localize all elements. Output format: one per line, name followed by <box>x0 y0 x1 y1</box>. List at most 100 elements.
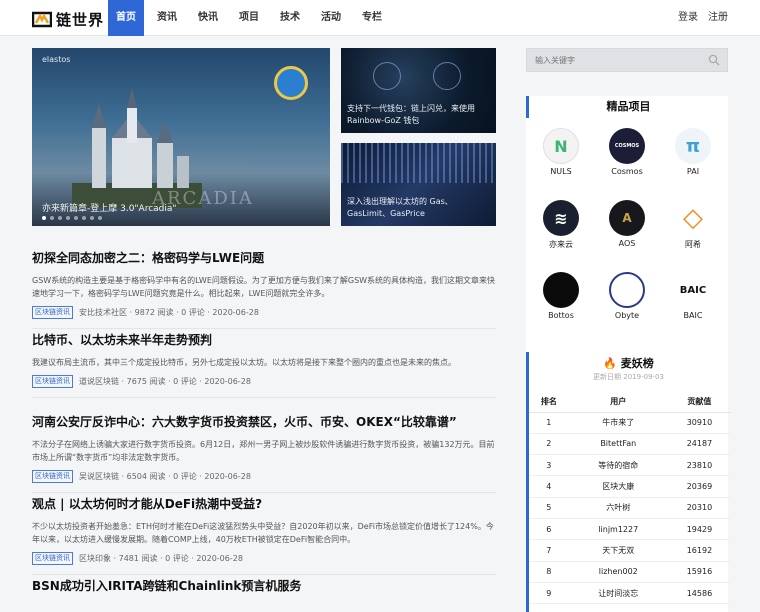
carousel-dot[interactable] <box>42 216 46 220</box>
article-title[interactable]: 初探全同态加密之二：格密码学与LWE问题 <box>32 250 496 266</box>
project-name: AOS <box>618 239 636 248</box>
carousel-dot[interactable] <box>58 216 62 220</box>
category-tag[interactable]: 区块链资讯 <box>32 306 73 319</box>
carousel-dots <box>42 216 102 220</box>
nuls-icon: N <box>543 128 579 164</box>
project-bottos[interactable]: Bottos <box>536 272 586 320</box>
nav-events[interactable]: 活动 <box>313 0 349 36</box>
table-row[interactable]: 7 天下无双 16192 <box>529 539 731 562</box>
featured-thumb[interactable]: 深入浅出理解以太坊的 Gas、GasLimit、GasPrice <box>341 143 496 226</box>
article-item[interactable]: 初探全同态加密之二：格密码学与LWE问题 GSW系统的构造主要是基于格密码学中有… <box>32 250 496 329</box>
table-row[interactable]: 5 六叶树 20310 <box>529 497 731 519</box>
nav-columns[interactable]: 专栏 <box>354 0 390 36</box>
panel-title: 精品项目 <box>526 96 728 118</box>
table-row[interactable]: 9 让时间淡忘 14586 <box>529 582 731 605</box>
article-summary: 不少以太坊投资者开始羞急：ETH何时才能在DeFi这波猛烈势头中受益？自2020… <box>32 522 494 544</box>
article-summary: 不法分子在网络上诱骗大家进行数字货币投资。6月12日，郑州一男子网上被炒股软件诱… <box>32 440 495 462</box>
article-meta: 区块链资讯 道说区块链 · 7675 阅读 · 0 评论 · 2020-06-2… <box>32 375 496 388</box>
category-tag[interactable]: 区块链资讯 <box>32 375 73 388</box>
featured-thumb[interactable]: 支持下一代钱包：链上闪兑，来使用 Rainbow-GoZ 钱包 <box>341 48 496 133</box>
carousel-dot[interactable] <box>66 216 70 220</box>
project-nuls[interactable]: N NULS <box>536 128 586 176</box>
table-row[interactable]: 6 linjm1227 19429 <box>529 518 731 541</box>
project-baic[interactable]: BAIC BAIC <box>668 272 718 320</box>
article-meta: 区块链资讯 吴说区块链 · 6504 阅读 · 0 评论 · 2020-06-2… <box>32 470 496 483</box>
user-cell[interactable]: 牛市来了 <box>568 412 668 434</box>
brand-label: elastos <box>42 55 71 64</box>
table-row[interactable]: 4 区块大康 20369 <box>529 475 731 498</box>
project-cosmos[interactable]: COSMOS Cosmos <box>602 128 652 176</box>
article-title[interactable]: BSN成功引入IRITA跨链和Chainlink预言机服务 <box>32 578 496 594</box>
project-asch[interactable]: ◇ 阿希 <box>668 200 718 250</box>
search-input[interactable] <box>527 49 707 71</box>
nav-projects[interactable]: 项目 <box>231 0 267 36</box>
user-cell[interactable]: 区块大康 <box>568 475 668 498</box>
score-cell: 20369 <box>667 475 731 498</box>
user-cell[interactable]: BitettFan <box>568 433 668 456</box>
thumb-caption: 深入浅出理解以太坊的 Gas、GasLimit、GasPrice <box>347 197 453 218</box>
register-link[interactable]: 注册 <box>708 0 728 36</box>
login-link[interactable]: 登录 <box>678 0 698 36</box>
category-tag[interactable]: 区块链资讯 <box>32 470 73 483</box>
score-cell: 24187 <box>667 433 731 456</box>
search-icon[interactable] <box>708 54 720 66</box>
table-row[interactable]: 1 牛市来了 30910 <box>529 412 731 434</box>
logo-icon <box>32 11 52 28</box>
rank-cell: 9 <box>529 582 569 605</box>
score-cell: 19429 <box>667 518 731 541</box>
thumb-caption: 支持下一代钱包：链上闪兑，来使用 Rainbow-GoZ 钱包 <box>347 104 475 125</box>
site-logo[interactable]: 链世界 <box>32 9 104 30</box>
article-item[interactable]: 观点 | 以太坊何时才能从DeFi热潮中受益? 不少以太坊投资者开始羞急：ETH… <box>32 496 496 575</box>
user-cell[interactable]: lizhen002 <box>568 561 668 583</box>
article-item[interactable]: 河南公安厅反诈中心：六大数字货币投资禁区，火币、币安、OKEX“比较靠谱” 不法… <box>32 414 496 493</box>
rank-cell: 2 <box>529 433 569 456</box>
asch-icon: ◇ <box>675 200 711 236</box>
project-name: Bottos <box>548 311 574 320</box>
search-box <box>526 48 728 72</box>
category-tag[interactable]: 区块链资讯 <box>32 552 73 565</box>
project-name: PAI <box>686 167 700 176</box>
project-aos[interactable]: A AOS <box>602 200 652 248</box>
project-elastos[interactable]: ≋ 亦来云 <box>536 200 586 250</box>
article-item[interactable]: 比特币、以太坊未来半年走势预判 我建议布局主流币，其中三个成定投比特币，另外七成… <box>32 332 496 398</box>
featured-carousel[interactable]: elastos ARCADIA 亦来新篇章-登上摩 3.0"Arcadia" <box>32 48 330 226</box>
project-obyte[interactable]: Obyte <box>602 272 652 320</box>
project-pai[interactable]: π PAI <box>668 128 718 176</box>
user-cell[interactable]: 六叶树 <box>568 497 668 519</box>
obyte-icon <box>609 272 645 308</box>
carousel-dot[interactable] <box>50 216 54 220</box>
nav-news[interactable]: 资讯 <box>149 0 185 36</box>
carousel-caption[interactable]: 亦来新篇章-登上摩 3.0"Arcadia" <box>42 201 177 214</box>
auth-links: 登录 注册 <box>678 0 728 36</box>
nav-flash[interactable]: 快讯 <box>190 0 226 36</box>
project-name: Cosmos <box>611 167 643 176</box>
top-header: 链世界 首页 资讯 快讯 项目 技术 活动 专栏 登录 注册 <box>0 0 760 36</box>
article-title[interactable]: 比特币、以太坊未来半年走势预判 <box>32 332 496 348</box>
article-info: 吴说区块链 · 6504 阅读 · 0 评论 · 2020-06-28 <box>79 472 251 481</box>
user-cell[interactable]: 天下无双 <box>568 539 668 562</box>
carousel-dot[interactable] <box>90 216 94 220</box>
table-row[interactable]: 2 BitettFan 24187 <box>529 433 731 456</box>
user-cell[interactable]: 等待的宿命 <box>568 454 668 477</box>
article-summary: 我建议布局主流币，其中三个成定投比特币，另外七成定投以太坊。以太坊将是接下来整个… <box>32 358 456 367</box>
nav-tech[interactable]: 技术 <box>272 0 308 36</box>
table-row[interactable]: 3 等待的宿命 23810 <box>529 454 731 477</box>
ela-coin-icon <box>274 66 308 100</box>
user-cell[interactable]: 让时间淡忘 <box>568 582 668 605</box>
featured-projects-panel: 精品项目 N NULS COSMOS Cosmos π PAI ≋ 亦来云 A … <box>526 96 728 381</box>
article-title[interactable]: 河南公安厅反诈中心：六大数字货币投资禁区，火币、币安、OKEX“比较靠谱” <box>32 414 496 430</box>
col-score: 贡献值 <box>667 392 731 413</box>
col-user: 用户 <box>568 392 668 413</box>
score-cell: 23810 <box>667 454 731 477</box>
carousel-dot[interactable] <box>98 216 102 220</box>
table-row[interactable]: 8 lizhen002 15916 <box>529 561 731 583</box>
nav-home[interactable]: 首页 <box>108 0 144 36</box>
carousel-dot[interactable] <box>82 216 86 220</box>
planet-ring-icon <box>373 62 401 90</box>
carousel-dot[interactable] <box>74 216 78 220</box>
user-cell[interactable]: linjm1227 <box>568 518 668 541</box>
article-item[interactable]: BSN成功引入IRITA跨链和Chainlink预言机服务 <box>32 578 496 603</box>
main-nav: 首页 资讯 快讯 项目 技术 活动 专栏 <box>108 0 395 36</box>
article-title[interactable]: 观点 | 以太坊何时才能从DeFi热潮中受益? <box>32 496 496 512</box>
project-name: BAIC <box>683 311 703 320</box>
